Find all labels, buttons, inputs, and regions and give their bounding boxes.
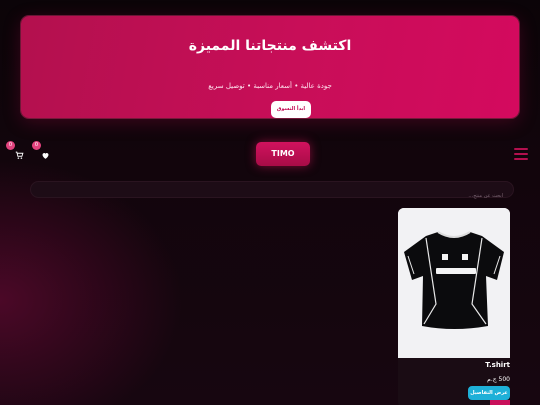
product-name: T.shirt [485,361,510,369]
hero-banner: اكتشف منتجاتنا المميزة جودة عالية • أسعا… [21,16,519,118]
wishlist-count-badge: 0 [32,141,41,150]
hero-title: اكتشف منتجاتنا المميزة [188,38,352,54]
search-bar [30,181,514,204]
search-input[interactable] [31,188,513,204]
hero-subtitle: جودة عالية • أسعار مناسبة • توصيل سريع [208,82,332,90]
tshirt-image [398,208,510,358]
cart-button[interactable]: 0 [6,141,28,164]
view-details-button[interactable]: عرض التفاصيل [468,386,510,400]
wishlist-button[interactable]: 0 [32,141,54,164]
cart-count-badge: 0 [6,141,15,150]
start-shopping-button[interactable]: ابدأ التسوق [271,101,311,118]
hamburger-menu-icon[interactable] [514,148,528,160]
cart-icon [15,151,23,159]
product-price: 500 ج.م [487,376,510,383]
logo-button[interactable]: TIMO [256,142,310,166]
heart-icon [42,153,48,159]
card-accent-strip [490,400,510,405]
product-image [398,208,510,358]
